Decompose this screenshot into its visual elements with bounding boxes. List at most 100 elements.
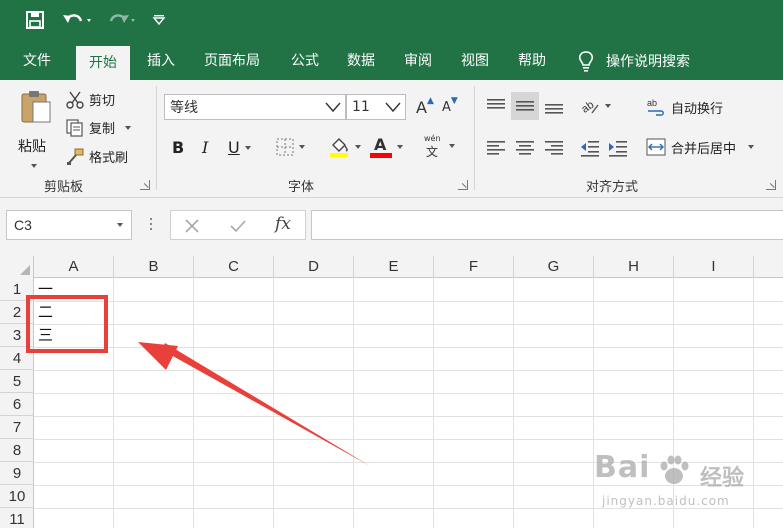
- tab-file[interactable]: 文件: [10, 42, 64, 80]
- name-box[interactable]: C3: [6, 210, 132, 240]
- copy-dropdown-icon[interactable]: [125, 125, 132, 130]
- row-header[interactable]: 9: [0, 462, 34, 485]
- cut-button[interactable]: 剪切: [66, 90, 115, 109]
- enter-check-icon[interactable]: [229, 218, 247, 234]
- redo-icon[interactable]: [104, 9, 140, 31]
- row-header[interactable]: 10: [0, 485, 34, 508]
- gridline: [273, 278, 274, 528]
- wrap-text-button[interactable]: ab 自动换行: [646, 97, 723, 117]
- shrink-font-label: A: [442, 100, 451, 115]
- formula-input[interactable]: [311, 210, 783, 240]
- column-header[interactable]: A: [34, 256, 114, 278]
- column-header[interactable]: C: [194, 256, 274, 278]
- underline-label: U: [228, 138, 240, 157]
- customize-icon[interactable]: [150, 9, 168, 31]
- shrink-font-button[interactable]: A ▼: [442, 96, 458, 116]
- paste-label: 粘贴: [18, 139, 46, 155]
- merge-center-icon: [646, 138, 666, 156]
- underline-dropdown-icon[interactable]: [244, 145, 251, 150]
- column-header[interactable]: D: [274, 256, 354, 278]
- paste-button[interactable]: 粘贴: [14, 88, 58, 172]
- align-top-button[interactable]: [486, 96, 506, 116]
- gridline: [34, 324, 783, 325]
- name-box-dropdown-icon[interactable]: [117, 223, 123, 227]
- align-center-icon: [516, 141, 534, 155]
- align-middle-button[interactable]: [511, 92, 539, 120]
- align-left-icon: [487, 141, 505, 155]
- row-header[interactable]: 8: [0, 439, 34, 462]
- bold-button[interactable]: B: [172, 138, 184, 157]
- group-divider: [474, 86, 475, 190]
- merge-center-button[interactable]: 合并后居中: [646, 137, 755, 157]
- tab-formulas[interactable]: 公式: [278, 42, 332, 80]
- font-name-select[interactable]: 等线: [164, 94, 346, 120]
- italic-button[interactable]: I: [202, 138, 208, 157]
- column-header[interactable]: I: [674, 256, 754, 278]
- row-header[interactable]: 5: [0, 370, 34, 393]
- font-launcher-icon[interactable]: [458, 180, 468, 190]
- column-header[interactable]: G: [514, 256, 594, 278]
- increase-indent-button[interactable]: [608, 138, 628, 158]
- copy-icon: [66, 118, 83, 137]
- align-left-button[interactable]: [486, 138, 506, 158]
- clipboard-launcher-icon[interactable]: [140, 180, 150, 190]
- svg-text:ab: ab: [580, 99, 596, 116]
- tab-view[interactable]: 视图: [448, 42, 502, 80]
- phonetic-button[interactable]: wén 文: [424, 134, 455, 159]
- borders-button[interactable]: [276, 138, 305, 156]
- align-right-button[interactable]: [544, 138, 564, 158]
- gridline: [34, 347, 783, 348]
- insert-function-button[interactable]: fx: [275, 214, 291, 234]
- underline-button[interactable]: U: [228, 138, 251, 157]
- column-header[interactable]: E: [354, 256, 434, 278]
- orientation-dropdown-icon[interactable]: [605, 104, 611, 108]
- tab-home[interactable]: 开始: [76, 46, 130, 80]
- align-bottom-button[interactable]: [544, 96, 564, 116]
- row-header[interactable]: 7: [0, 416, 34, 439]
- tab-help[interactable]: 帮助: [505, 42, 559, 80]
- fill-color-dropdown-icon[interactable]: [355, 145, 361, 149]
- font-size-value: 11: [352, 99, 370, 115]
- paste-dropdown-icon[interactable]: [31, 164, 37, 168]
- search-label: 操作说明搜索: [606, 54, 690, 70]
- cancel-icon[interactable]: [184, 218, 200, 234]
- decrease-indent-icon: [581, 141, 599, 157]
- decrease-indent-button[interactable]: [580, 138, 600, 158]
- phonetic-top-label: wén: [424, 134, 441, 143]
- chevron-down-icon: [325, 102, 341, 113]
- tell-me-search[interactable]: 操作说明搜索: [578, 42, 690, 80]
- gridline: [193, 278, 194, 528]
- align-center-button[interactable]: [515, 138, 535, 158]
- font-color-dropdown-icon[interactable]: [397, 145, 403, 149]
- font-size-select[interactable]: 11: [346, 94, 406, 120]
- undo-icon[interactable]: [60, 9, 96, 31]
- select-all-button[interactable]: [0, 256, 34, 278]
- gridline: [34, 393, 783, 394]
- gridline: [513, 278, 514, 528]
- tab-data[interactable]: 数据: [334, 42, 388, 80]
- tab-review[interactable]: 审阅: [391, 42, 445, 80]
- paint-bucket-icon: [330, 138, 348, 157]
- column-header[interactable]: F: [434, 256, 514, 278]
- orientation-button[interactable]: ab: [580, 96, 611, 116]
- merge-center-dropdown-icon[interactable]: [748, 145, 755, 149]
- row-header[interactable]: 6: [0, 393, 34, 416]
- font-color-button[interactable]: A: [370, 135, 403, 158]
- splitter-handle[interactable]: [150, 218, 152, 232]
- column-header[interactable]: B: [114, 256, 194, 278]
- gridline: [34, 439, 783, 440]
- phonetic-dropdown-icon[interactable]: [449, 144, 455, 148]
- format-painter-button[interactable]: 格式刷: [66, 147, 128, 166]
- fill-color-button[interactable]: [328, 136, 361, 158]
- copy-button[interactable]: 复制: [66, 118, 132, 137]
- watermark-url: jingyan.baidu.com: [602, 494, 730, 508]
- tab-insert[interactable]: 插入: [134, 42, 188, 80]
- grow-font-button[interactable]: A ▲: [416, 96, 434, 118]
- row-header[interactable]: 11: [0, 508, 34, 528]
- borders-dropdown-icon[interactable]: [299, 145, 305, 149]
- save-icon[interactable]: [24, 9, 46, 31]
- alignment-launcher-icon[interactable]: [766, 180, 776, 190]
- column-header[interactable]: H: [594, 256, 674, 278]
- tab-page-layout[interactable]: 页面布局: [192, 42, 272, 80]
- group-divider: [156, 86, 157, 190]
